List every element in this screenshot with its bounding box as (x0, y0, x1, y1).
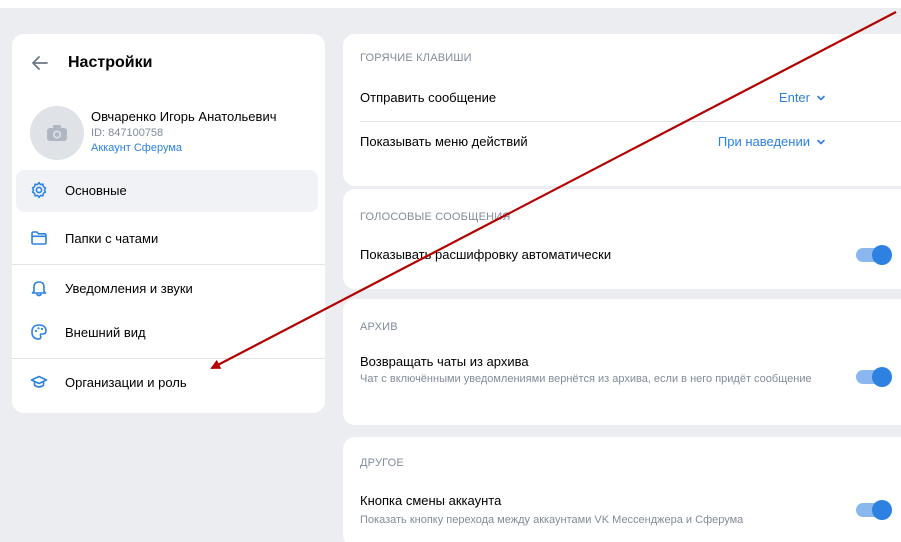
sidebar-item-organizations[interactable]: Организации и роль (16, 362, 318, 404)
folder-icon (31, 231, 47, 245)
sidebar-item-label: Папки с чатами (65, 231, 159, 246)
bell-icon (31, 281, 47, 297)
sidebar-item-notifications[interactable]: Уведомления и звуки (16, 268, 318, 310)
send-message-label: Отправить сообщение (360, 90, 497, 105)
section-header: ГОРЯЧИЕ КЛАВИШИ (360, 52, 472, 64)
account-switch-label: Кнопка смены аккаунта (360, 493, 502, 508)
app-window: Настройки Овчаренко Игорь Анатольевич ID… (0, 0, 901, 542)
sidebar-item-label: Организации и роль (65, 375, 187, 390)
hotkeys-card: ГОРЯЧИЕ КЛАВИШИ Отправить сообщение Ente… (343, 34, 901, 186)
return-archive-label: Возвращать чаты из архива (360, 354, 529, 369)
sidebar-item-label: Основные (65, 183, 127, 198)
sidebar-header: Настройки (12, 34, 325, 98)
other-card: ДРУГОЕ Кнопка смены аккаунта Показать кн… (343, 437, 901, 542)
graduation-cap-icon (30, 375, 48, 388)
page-title: Настройки (68, 54, 153, 71)
settings-sidebar: Настройки Овчаренко Игорь Анатольевич ID… (12, 34, 325, 413)
divider (12, 264, 325, 265)
send-message-select[interactable]: Enter (779, 90, 827, 105)
avatar[interactable] (30, 106, 84, 160)
toggle-knob (872, 245, 892, 265)
toggle-knob (872, 367, 892, 387)
profile-name: Овчаренко Игорь Анатольевич (91, 109, 277, 124)
transcript-toggle[interactable] (856, 245, 892, 265)
account-switch-toggle[interactable] (856, 500, 892, 520)
sidebar-item-folders[interactable]: Папки с чатами (16, 218, 318, 260)
return-archive-description: Чат с включёнными уведомлениями вернётся… (360, 373, 812, 385)
select-value: Enter (778, 90, 810, 105)
chevron-down-icon (817, 95, 825, 100)
divider (360, 121, 901, 122)
sidebar-item-general[interactable]: Основные (16, 170, 318, 212)
palette-icon (31, 324, 47, 340)
sidebar-item-appearance[interactable]: Внешний вид (16, 312, 318, 354)
camera-icon (47, 125, 67, 141)
sidebar-item-label: Внешний вид (65, 325, 146, 340)
return-archive-toggle[interactable] (856, 367, 892, 387)
section-header: ГОЛОСОВЫЕ СООБЩЕНИЯ (360, 211, 511, 223)
divider (12, 358, 325, 359)
actions-menu-select[interactable]: При наведении (718, 134, 827, 149)
chevron-down-icon (817, 139, 825, 144)
transcript-label: Показывать расшифровку автоматически (360, 247, 612, 262)
back-arrow-icon[interactable] (30, 53, 50, 73)
select-value: При наведении (717, 134, 810, 149)
section-header: ДРУГОЕ (360, 457, 404, 469)
gear-icon (31, 181, 47, 199)
voice-messages-card: ГОЛОСОВЫЕ СООБЩЕНИЯ Показывать расшифров… (343, 189, 901, 289)
section-header: АРХИВ (360, 321, 398, 333)
profile-block: Овчаренко Игорь Анатольевич ID: 84710075… (12, 98, 325, 168)
actions-menu-label: Показывать меню действий (360, 134, 528, 149)
account-switch-description: Показать кнопку перехода между аккаунтам… (360, 514, 744, 526)
profile-id: ID: 847100758 (91, 127, 164, 139)
sidebar-item-label: Уведомления и звуки (65, 281, 193, 296)
archive-card: АРХИВ Возвращать чаты из архива Чат с вк… (343, 299, 901, 425)
toggle-knob (872, 500, 892, 520)
account-link[interactable]: Аккаунт Сферума (91, 142, 182, 154)
